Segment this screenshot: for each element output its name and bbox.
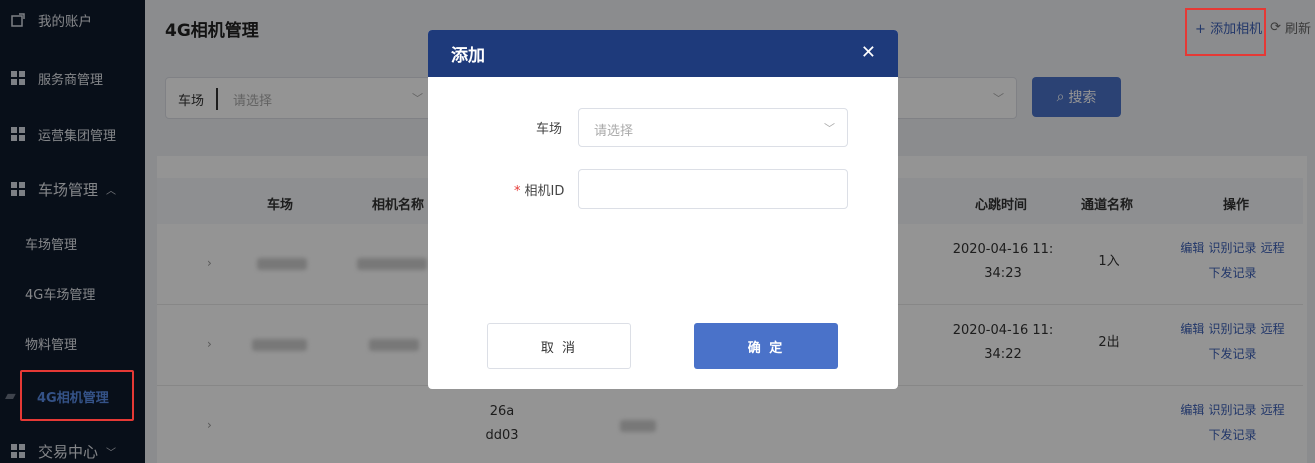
close-icon[interactable]: ✕	[861, 44, 876, 62]
lot-select-placeholder: 请选择	[594, 124, 634, 139]
confirm-button[interactable]: 确 定	[694, 323, 838, 369]
cancel-button[interactable]: 取 消	[487, 323, 631, 369]
chevron-down-icon: ﹀	[824, 122, 835, 135]
required-asterisk: *	[514, 184, 521, 199]
lot-field-label: 车场	[536, 122, 563, 137]
camera-id-field-label: * 相机ID	[514, 184, 565, 199]
annotation-highlight-box	[1185, 8, 1266, 56]
dialog-header: 添加 ✕	[428, 30, 898, 77]
lot-select[interactable]: 请选择 ﹀	[578, 108, 848, 147]
dialog-title: 添加	[451, 46, 485, 66]
camera-id-input[interactable]	[578, 169, 848, 209]
annotation-highlight-box	[20, 370, 134, 421]
add-camera-dialog: 添加 ✕ 车场 请选择 ﹀ * 相机ID 取 消 确 定	[428, 30, 898, 389]
